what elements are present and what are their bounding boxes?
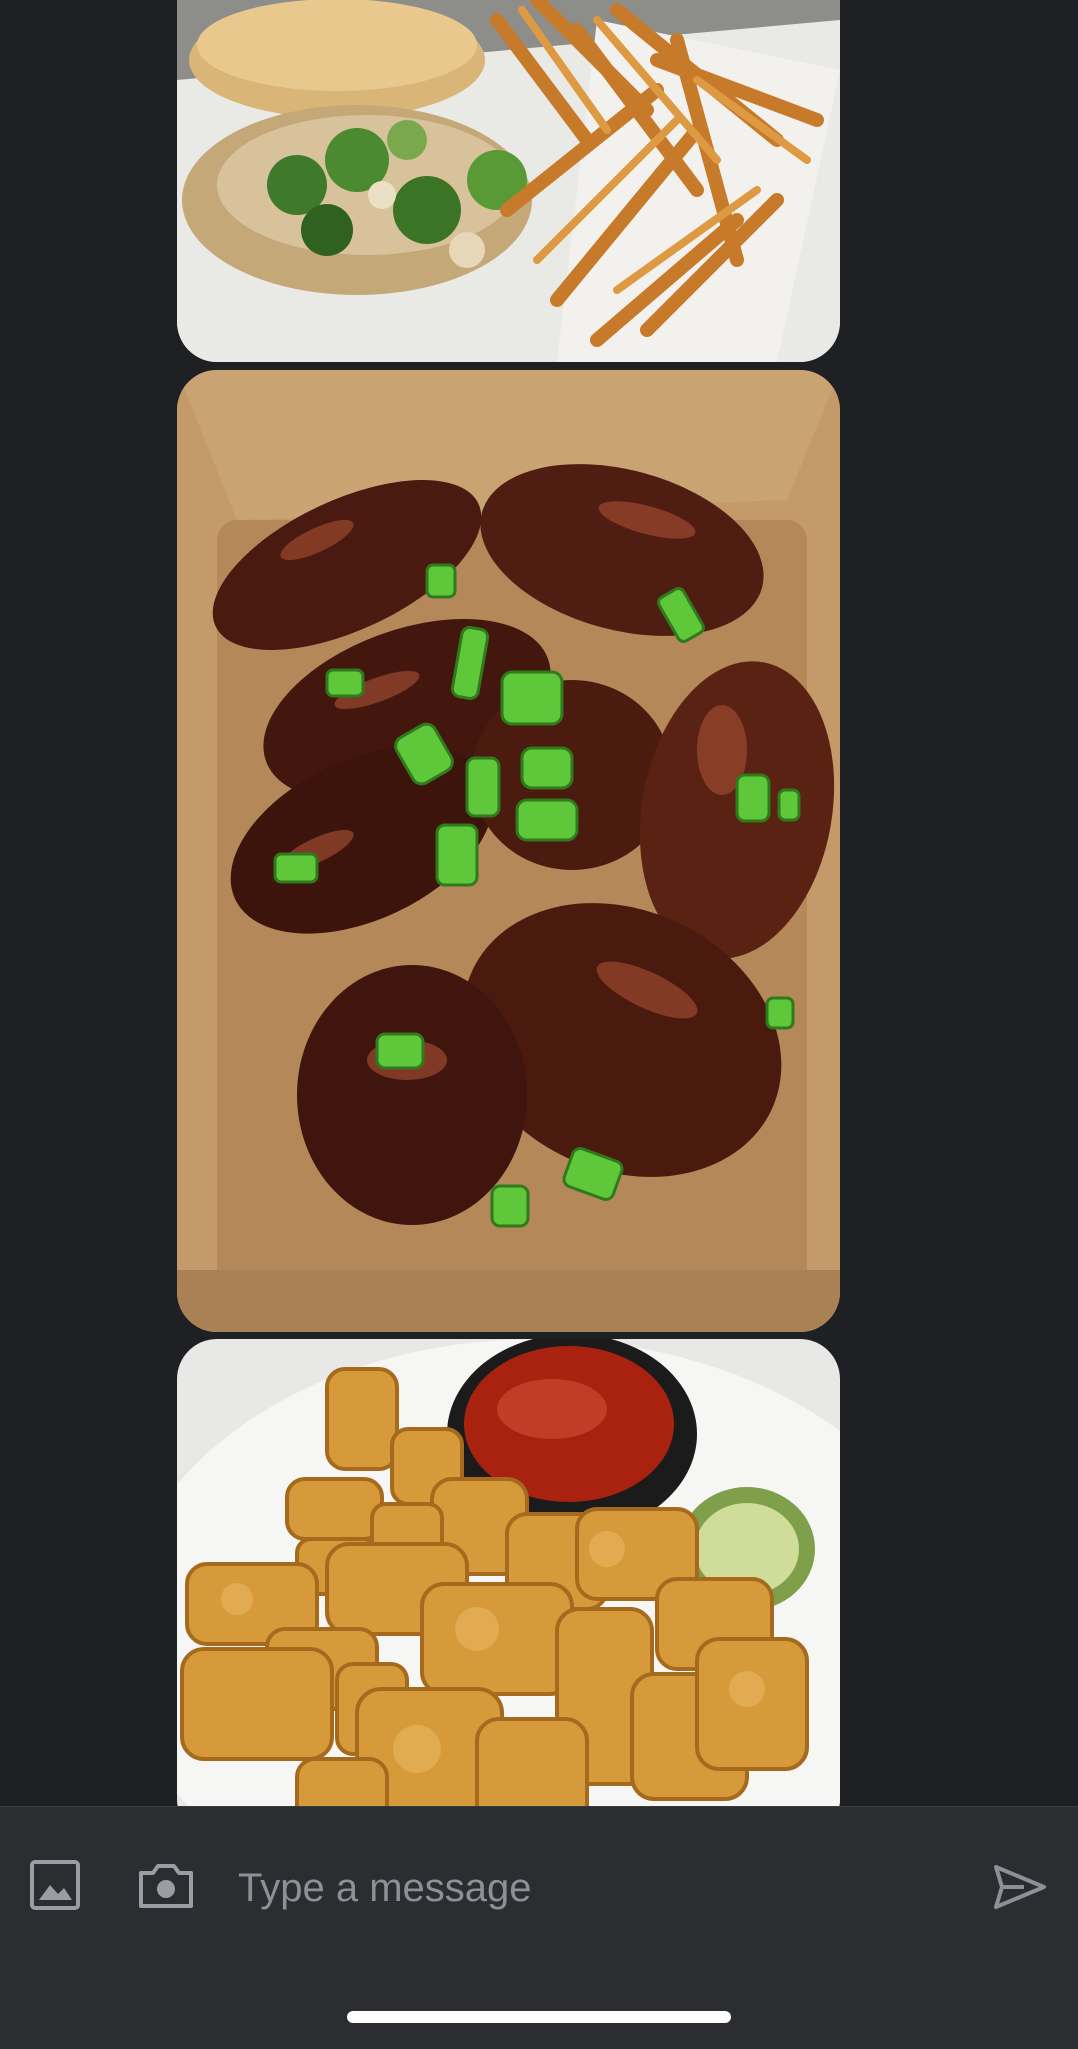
photo-sandwich-fries[interactable] [177, 0, 840, 362]
send-icon[interactable] [990, 1857, 1050, 1917]
message-thread[interactable] [0, 0, 1078, 1806]
sandwich-fries-image [177, 0, 840, 362]
glazed-wings-image [177, 370, 840, 1332]
photo-glazed-wings[interactable] [177, 370, 840, 1332]
photo-tater-tots[interactable] [177, 1339, 840, 1806]
message-input[interactable] [236, 1855, 940, 1921]
image-icon[interactable] [26, 1855, 86, 1915]
home-indicator[interactable] [347, 2011, 731, 2023]
camera-icon[interactable] [136, 1855, 196, 1915]
tater-tots-image [177, 1339, 840, 1806]
